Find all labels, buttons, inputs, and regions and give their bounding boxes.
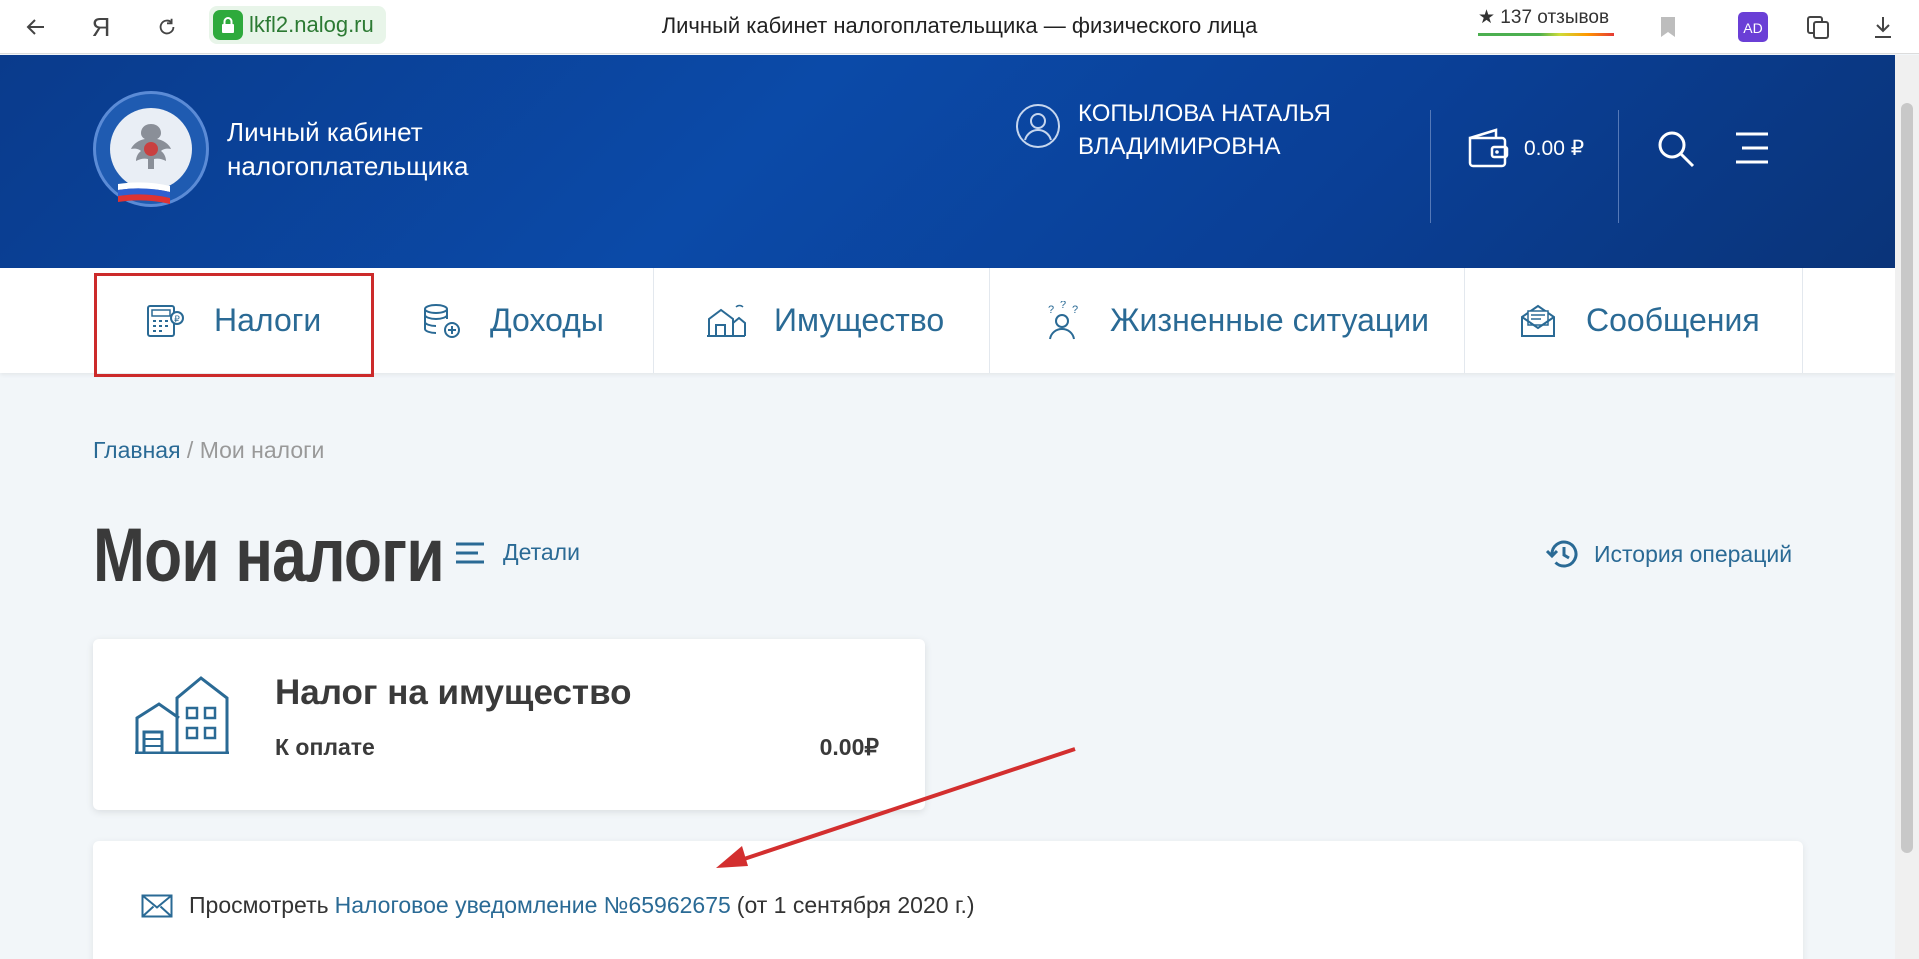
browser-toolbar: Я lkfl2.nalog.ru Личный кабинет налогопл…: [0, 0, 1919, 54]
lock-icon: [213, 10, 243, 40]
balance-amount[interactable]: 0.00 ₽: [1524, 136, 1584, 161]
eagle-emblem-icon: [110, 108, 192, 190]
taxes-highlight-box: [94, 273, 374, 377]
bookmark-icon[interactable]: [1651, 10, 1685, 44]
history-icon: [1546, 540, 1578, 568]
property-icon: [706, 303, 746, 339]
reviews-badge[interactable]: ★ 137 отзывов: [1478, 6, 1609, 29]
user-name-line-2: ВЛАДИМИРОВНА: [1078, 133, 1281, 160]
property-tax-card[interactable]: Налог на имущество К оплате 0.00₽: [93, 639, 925, 810]
yandex-icon[interactable]: Я: [84, 10, 118, 44]
search-icon[interactable]: [1656, 129, 1696, 174]
nav-item-income[interactable]: Доходы: [422, 268, 604, 373]
history-button[interactable]: История операций: [1546, 539, 1792, 569]
list-icon: [456, 542, 484, 563]
svg-text:?: ?: [1072, 304, 1078, 316]
tax-card-label: К оплате: [275, 734, 375, 760]
tax-notice-link[interactable]: Налоговое уведомление №65962675: [335, 892, 731, 919]
page-title: Мои налоги: [93, 513, 445, 598]
site-title[interactable]: Личный кабинет налогоплательщика: [227, 115, 469, 183]
breadcrumb: Главная / Мои налоги: [93, 437, 324, 464]
svg-text:?: ?: [1060, 301, 1066, 311]
coins-icon: [422, 303, 462, 339]
house-icon: [135, 674, 229, 759]
wallet-icon[interactable]: [1466, 128, 1510, 173]
collections-icon[interactable]: [1801, 10, 1835, 44]
details-label: Детали: [503, 539, 580, 565]
header-divider: [1618, 110, 1619, 223]
extension-icon[interactable]: AD: [1736, 10, 1770, 44]
nav-divider: [653, 268, 654, 373]
site-header: Личный кабинет налогоплательщика КОПЫЛОВ…: [0, 55, 1895, 268]
nav-item-property[interactable]: Имущество: [706, 268, 944, 373]
site-title-line-1: Личный кабинет: [227, 117, 423, 147]
notice-row: Просмотреть Налоговое уведомление №65962…: [141, 892, 975, 919]
details-button[interactable]: Детали: [455, 539, 580, 566]
svg-text:AD: AD: [1743, 20, 1762, 36]
tax-card-title: Налог на имущество: [275, 673, 632, 712]
nav-divider: [1464, 268, 1465, 373]
nav-label-messages: Сообщения: [1586, 302, 1760, 338]
fns-logo[interactable]: [93, 91, 209, 207]
breadcrumb-current: Мои налоги: [199, 437, 325, 463]
nav-divider: [1802, 268, 1803, 373]
address-bar[interactable]: lkfl2.nalog.ru: [209, 6, 386, 44]
hamburger-menu-icon[interactable]: [1734, 131, 1770, 170]
breadcrumb-home[interactable]: Главная: [93, 437, 181, 463]
header-divider: [1430, 110, 1431, 223]
reviews-rating-bar: [1478, 33, 1614, 36]
envelope-icon: [141, 894, 173, 917]
user-name-line-1: КОПЫЛОВА НАТАЛЬЯ: [1078, 100, 1331, 127]
nav-label-life-situations: Жизненные ситуации: [1110, 302, 1429, 338]
page-scrollbar[interactable]: [1895, 55, 1919, 959]
tax-card-amount: 0.00₽: [819, 734, 879, 760]
site-title-line-2: налогоплательщика: [227, 151, 469, 181]
nav-item-life-situations[interactable]: ??? Жизненные ситуации: [1042, 268, 1429, 373]
scrollbar-thumb[interactable]: [1901, 103, 1913, 853]
message-icon: [1518, 303, 1558, 339]
person-question-icon: ???: [1042, 301, 1082, 341]
nav-label-property: Имущество: [774, 302, 945, 338]
url-text: lkfl2.nalog.ru: [249, 12, 374, 37]
flag-icon: [118, 182, 170, 204]
back-arrow-icon[interactable]: [19, 10, 53, 44]
breadcrumb-separator: /: [180, 437, 200, 463]
user-name[interactable]: КОПЫЛОВА НАТАЛЬЯ ВЛАДИМИРОВНА: [1078, 97, 1331, 163]
user-avatar-icon[interactable]: [1016, 104, 1060, 148]
reload-icon[interactable]: [150, 10, 184, 44]
nav-item-messages[interactable]: Сообщения: [1518, 268, 1760, 373]
notice-suffix: (от 1 сентября 2020 г.): [736, 892, 975, 918]
notice-prefix: Просмотреть: [189, 892, 329, 918]
tax-notice-card: Просмотреть Налоговое уведомление №65962…: [93, 841, 1803, 959]
nav-label-income: Доходы: [490, 302, 604, 338]
svg-text:?: ?: [1048, 304, 1054, 316]
history-label: История операций: [1594, 540, 1793, 567]
download-icon[interactable]: [1866, 10, 1900, 44]
nav-divider: [989, 268, 990, 373]
